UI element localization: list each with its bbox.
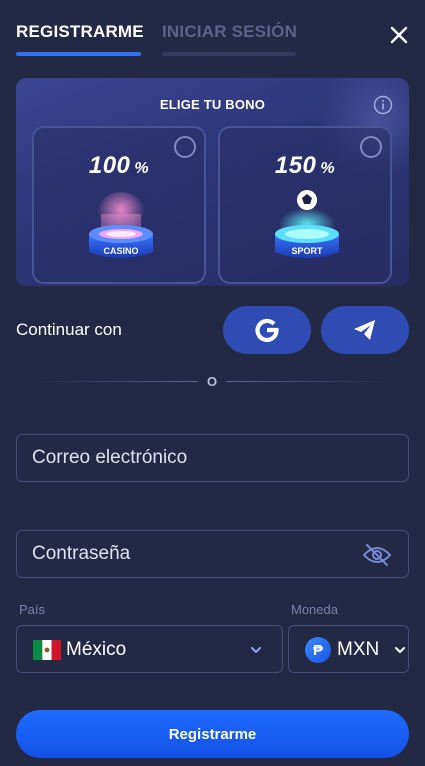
casino-pedestal-icon: CASINO <box>89 192 153 258</box>
bonus-percent-value: 150 <box>274 152 317 179</box>
telegram-login-button[interactable] <box>321 306 409 354</box>
bonus-card-sport[interactable]: 150% SPORT <box>218 126 392 284</box>
password-placeholder: Contraseña <box>32 543 131 564</box>
mexico-flag-icon <box>33 640 61 660</box>
currency-symbol: ₱ <box>312 641 323 659</box>
chevron-down-icon <box>395 647 405 653</box>
bonus-percent: 100% <box>34 152 204 180</box>
auth-tabs: REGISTRARME INICIAR SESIÓN <box>0 0 425 60</box>
country-label: País <box>19 602 46 617</box>
bonus-title: ELIGE TU BONO <box>159 97 266 112</box>
currency-value: MXN <box>337 639 380 660</box>
casino-badge-text: CASINO <box>103 246 138 256</box>
email-placeholder: Correo electrónico <box>32 447 188 468</box>
bonus-percent-sign: % <box>134 160 150 177</box>
google-icon <box>255 318 279 343</box>
continue-with-label: Continuar con <box>16 320 122 339</box>
peso-coin-icon: ₱ <box>305 637 331 663</box>
country-value: México <box>66 639 127 660</box>
bonus-percent-sign: % <box>320 160 336 177</box>
google-login-button[interactable] <box>223 306 311 354</box>
password-field[interactable]: Contraseña <box>16 530 409 578</box>
currency-label: Moneda <box>291 602 338 617</box>
bonus-panel: ELIGE TU BONO 100% CASINO 150 % SPORT <box>16 78 409 286</box>
close-icon[interactable] <box>388 24 410 46</box>
divider-text: O <box>206 374 218 389</box>
country-select[interactable]: México <box>16 625 283 673</box>
sport-pedestal-icon: SPORT <box>275 190 339 258</box>
tab-register[interactable]: REGISTRARME <box>16 22 144 42</box>
sport-badge-text: SPORT <box>291 246 323 256</box>
currency-select[interactable]: ₱ MXN <box>288 625 409 673</box>
email-field[interactable]: Correo electrónico <box>16 434 409 482</box>
tab-login[interactable]: INICIAR SESIÓN <box>162 22 297 42</box>
active-tab-indicator <box>16 52 141 56</box>
bonus-percent: 150% <box>220 152 390 180</box>
divider-line <box>30 381 198 382</box>
chevron-down-icon <box>251 647 261 653</box>
info-icon[interactable] <box>373 95 393 115</box>
telegram-icon <box>354 320 375 340</box>
bonus-card-casino[interactable]: 100% CASINO <box>32 126 206 284</box>
eye-off-icon[interactable] <box>362 543 392 567</box>
inactive-tab-indicator <box>162 52 296 56</box>
bonus-percent-value: 100 <box>88 152 131 179</box>
register-submit-button[interactable]: Registrarme <box>16 710 409 758</box>
divider-line <box>226 381 394 382</box>
